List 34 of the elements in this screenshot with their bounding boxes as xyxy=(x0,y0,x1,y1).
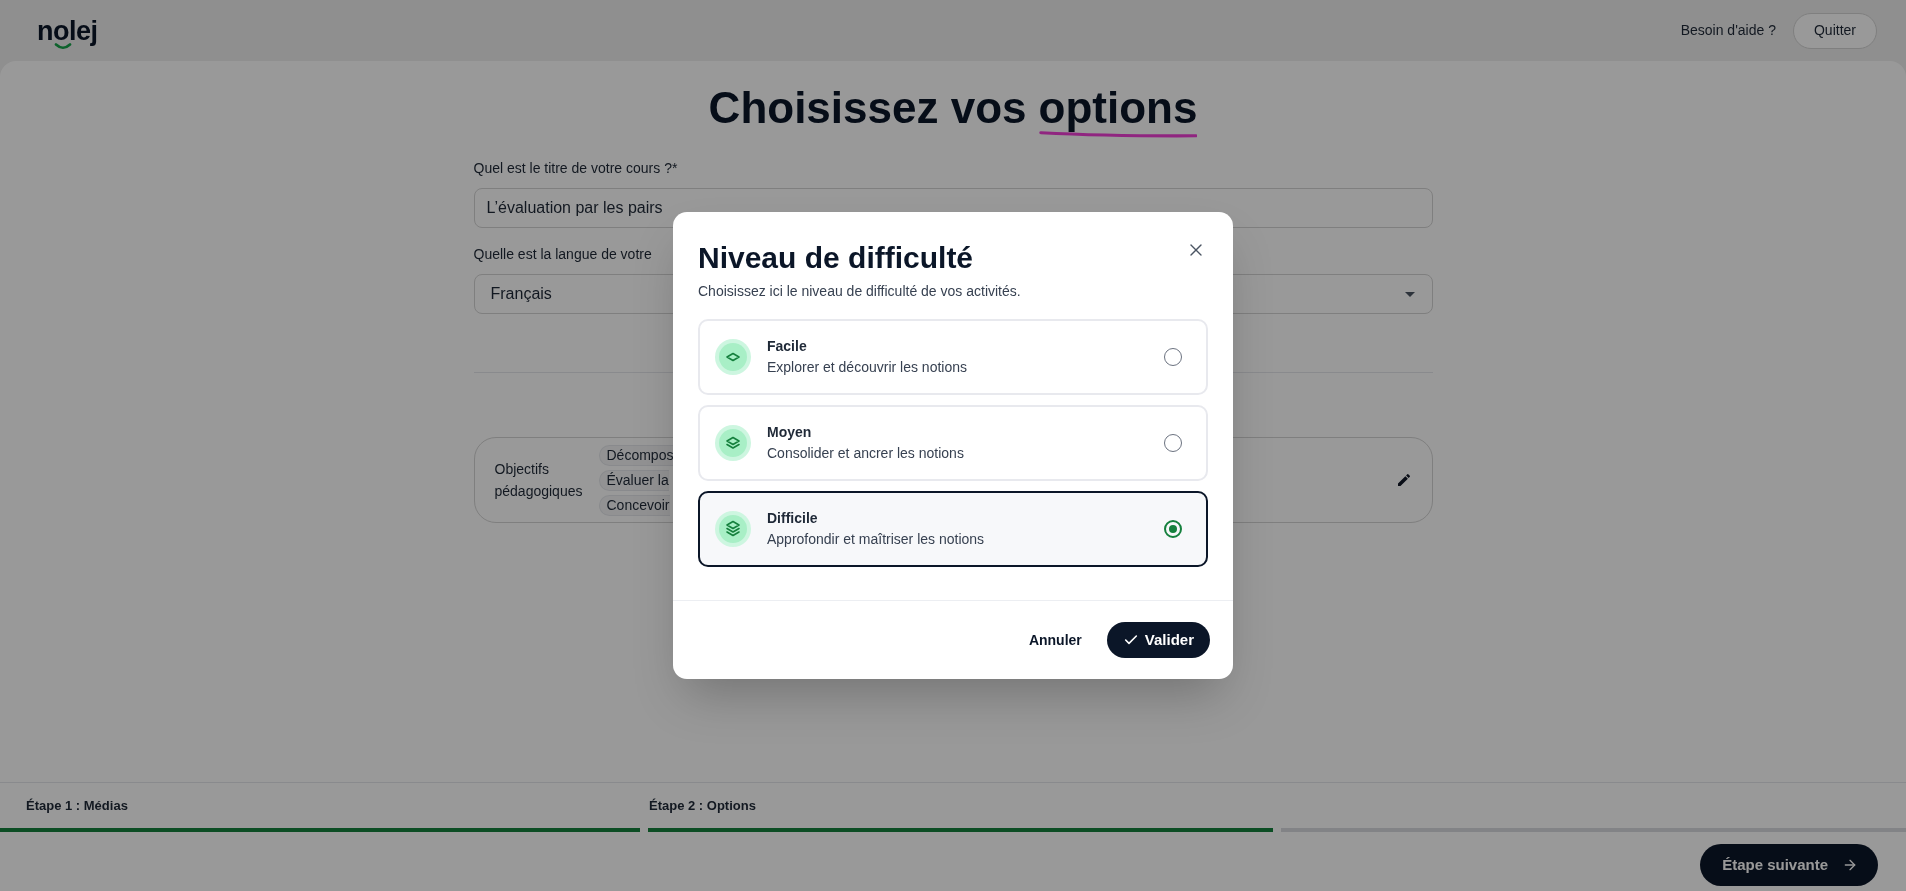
field-label: Quel est le titre de votre cours ?* xyxy=(473,159,678,178)
difficulty-option[interactable]: Difficile Approfondir et maîtriser les notions xyxy=(698,491,1208,567)
step-label: Étape 1 : Médias xyxy=(26,797,128,816)
objective-chip: Concevoir xyxy=(598,494,670,516)
dialog-subtitle: Choisissez ici le niveau de difficulté de vos activités. xyxy=(698,282,1022,301)
difficulty-option[interactable]: Facile Explorer et découvrir les notions xyxy=(698,319,1208,395)
caret-down-icon xyxy=(1404,291,1415,297)
option-title: Facile xyxy=(767,337,807,356)
quit-button[interactable]: Quitter xyxy=(1793,12,1877,49)
objective-chip: Décompos xyxy=(598,444,674,466)
objective-chip: Évaluer la xyxy=(598,469,669,491)
option-description: Approfondir et maîtriser les notions xyxy=(767,530,985,549)
brush-underline-icon xyxy=(1038,131,1198,138)
three-layers-icon xyxy=(715,511,751,547)
page-title: Choisissez vos xyxy=(708,85,1027,131)
help-link[interactable]: Besoin d'aide ? xyxy=(1680,20,1776,41)
logo-text: nolej xyxy=(37,16,98,45)
step-label: Étape 2 : Options xyxy=(649,797,756,816)
dialog-title: Niveau de difficulté xyxy=(698,240,974,276)
option-description: Explorer et découvrir les notions xyxy=(767,358,967,377)
option-description: Consolider et ancrer les notions xyxy=(767,444,964,463)
option-title: Difficile xyxy=(767,509,818,528)
page-title-highlight: options xyxy=(1038,85,1198,131)
option-title: Moyen xyxy=(767,423,812,442)
next-step-button[interactable]: Étape suivante xyxy=(1700,844,1878,886)
arrow-right-icon xyxy=(1842,857,1858,873)
pencil-icon[interactable] xyxy=(1395,472,1412,488)
cancel-button[interactable]: Annuler xyxy=(1016,622,1094,658)
field-label: Quelle est la langue de votre xyxy=(473,245,652,264)
difficulty-option[interactable]: Moyen Consolider et ancrer les notions xyxy=(698,405,1208,481)
confirm-button[interactable]: Valider xyxy=(1106,622,1210,658)
objectives-label: Objectifs pédagogiques xyxy=(494,460,584,501)
two-layers-icon xyxy=(715,425,751,461)
radio-button[interactable] xyxy=(1164,520,1182,538)
